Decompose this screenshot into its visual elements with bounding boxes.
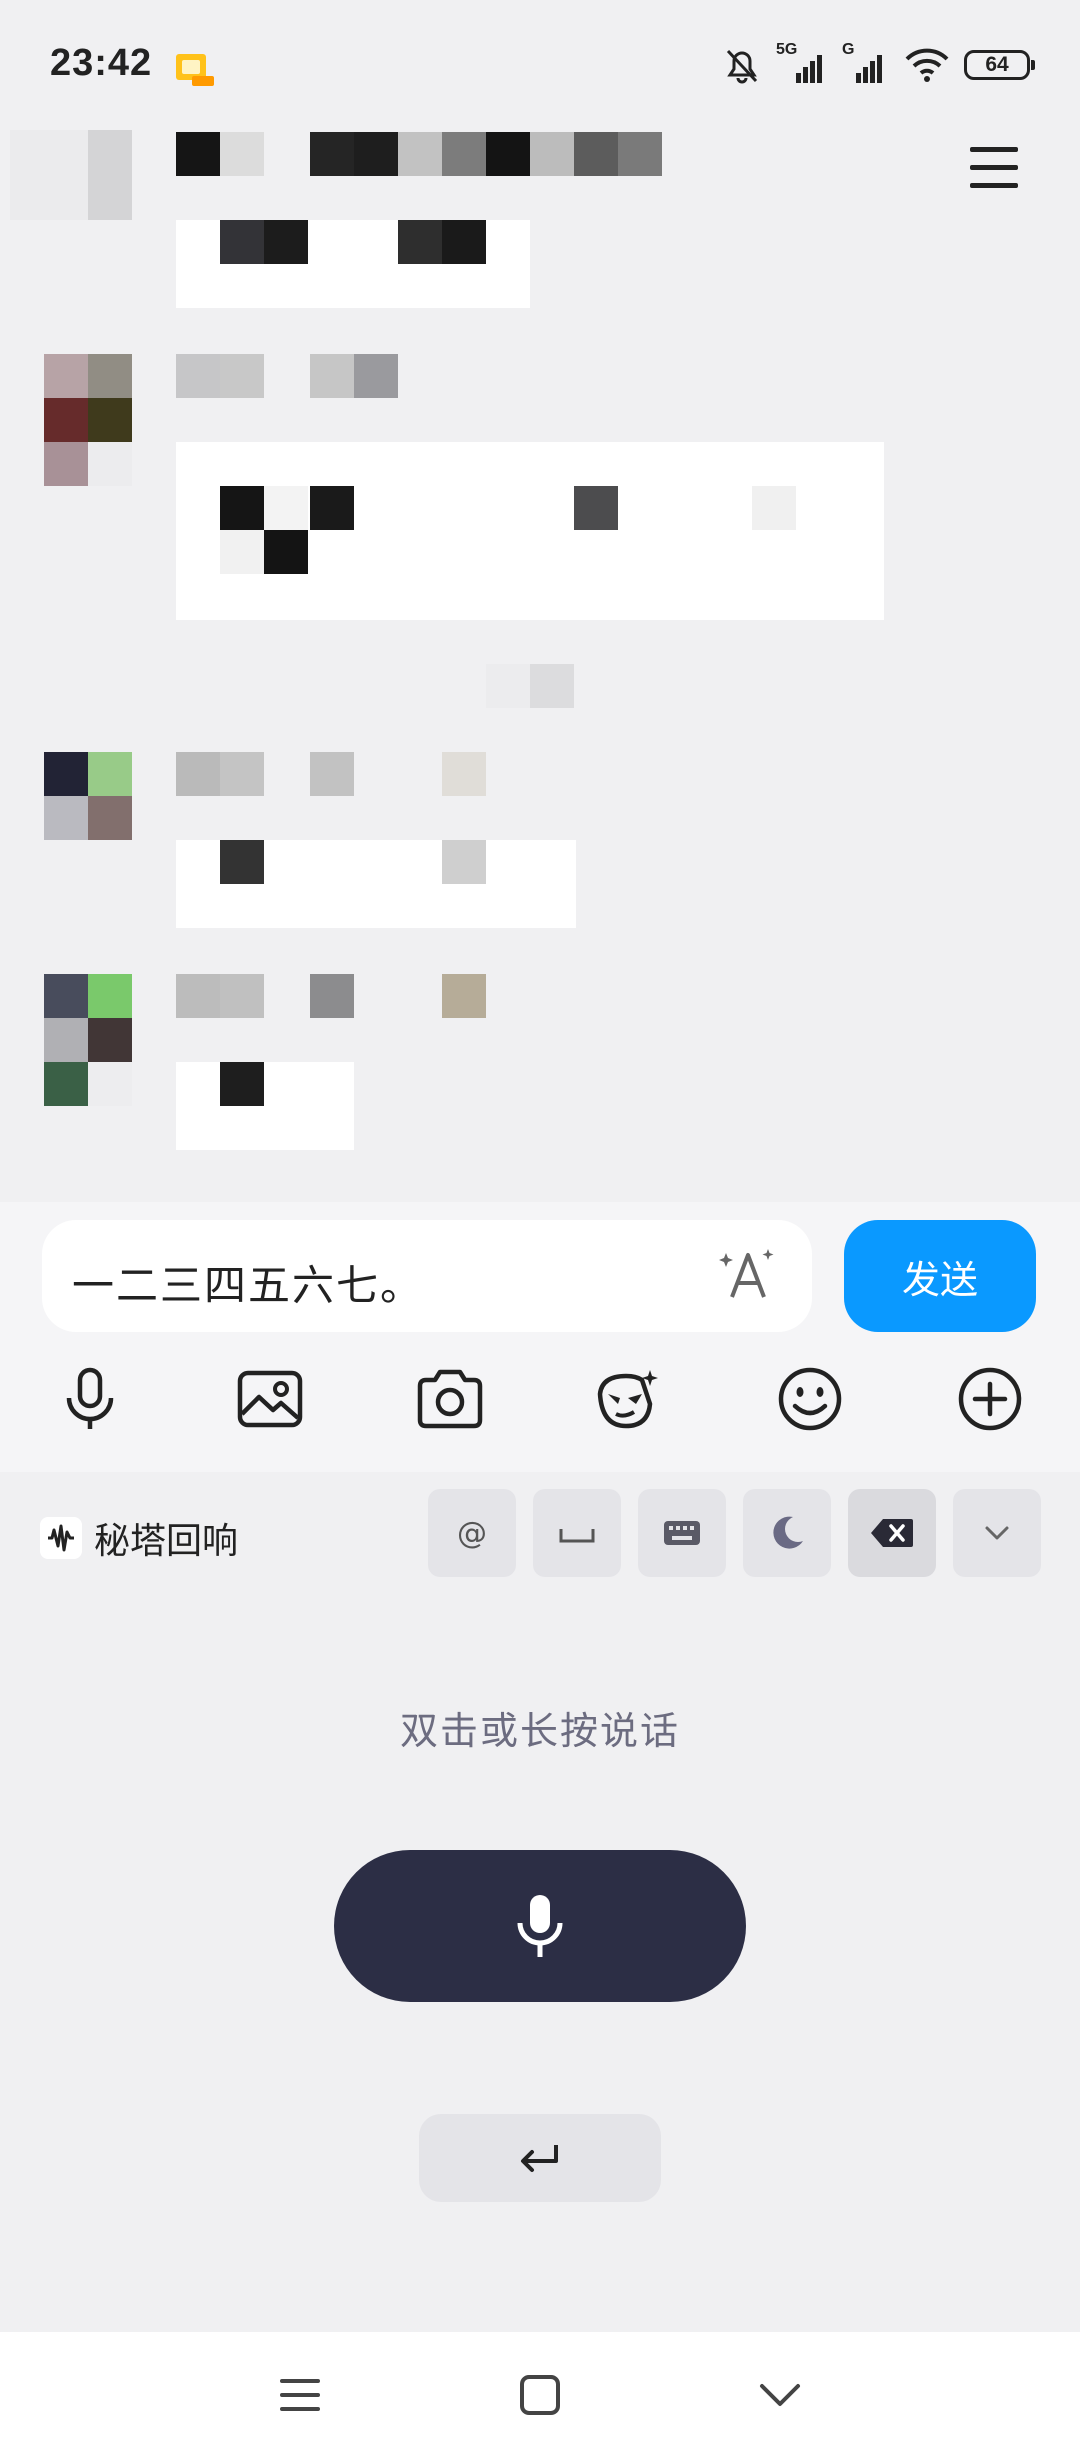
- at-key-label: @: [457, 1515, 487, 1551]
- keyboard-brand: 秘塔回响: [40, 1512, 238, 1564]
- keyboard-icon: [664, 1521, 700, 1545]
- space-icon: [559, 1529, 595, 1543]
- app-notification-icon: [176, 54, 214, 86]
- nav-back-button[interactable]: [750, 2365, 810, 2425]
- message-input-text: 一二三四五六七。: [72, 1261, 425, 1310]
- menu-button[interactable]: [970, 145, 1026, 193]
- microphone-icon[interactable]: [55, 1364, 125, 1434]
- backspace-icon: [871, 1519, 913, 1547]
- chevron-down-icon: [760, 2384, 800, 2406]
- moon-icon: [773, 1516, 803, 1549]
- menu-line: [970, 183, 1018, 188]
- chevron-down-icon: [985, 1526, 1009, 1540]
- brand-name: 秘塔回响: [94, 1521, 239, 1562]
- signal-g-icon: G: [840, 41, 890, 85]
- brand-logo-icon: [40, 1517, 82, 1559]
- menu-icon: [280, 2379, 320, 2411]
- delete-key[interactable]: [848, 1489, 936, 1577]
- image-icon[interactable]: [235, 1364, 305, 1434]
- avatar[interactable]: [44, 974, 88, 1018]
- night-mode-key[interactable]: [743, 1489, 831, 1577]
- wifi-icon: [905, 48, 949, 82]
- enter-icon: [521, 2145, 558, 2172]
- menu-line: [970, 147, 1018, 152]
- send-button[interactable]: 发送: [844, 1220, 1036, 1332]
- network-g-label: G: [842, 41, 855, 58]
- collapse-keyboard-key[interactable]: [953, 1489, 1041, 1577]
- keyboard-switch-key[interactable]: [638, 1489, 726, 1577]
- signal-5g-icon: 5G: [776, 41, 826, 85]
- avatar[interactable]: [44, 354, 88, 398]
- status-icons: 5G G 64: [722, 41, 1035, 88]
- battery-icon: 64: [964, 50, 1035, 80]
- sticker-mask-icon[interactable]: [592, 1364, 662, 1434]
- home-square-icon: [520, 2375, 560, 2415]
- timestamp-pixel: [486, 664, 530, 708]
- timestamp-pixel: [530, 664, 574, 708]
- mute-bell-icon: [726, 49, 758, 84]
- voice-hint: 双击或长按说话: [399, 1709, 680, 1753]
- nav-home-button[interactable]: [510, 2365, 570, 2425]
- nav-menu-button[interactable]: [270, 2365, 330, 2425]
- microphone-icon: [517, 1895, 563, 1957]
- network-5g-label: 5G: [776, 41, 798, 58]
- space-key[interactable]: [533, 1489, 621, 1577]
- avatar[interactable]: [44, 752, 88, 796]
- status-time: 23:42: [50, 42, 153, 84]
- ai-font-icon[interactable]: [718, 1245, 778, 1305]
- emoji-icon[interactable]: [775, 1364, 845, 1434]
- camera-icon[interactable]: [415, 1364, 485, 1434]
- menu-line: [970, 165, 1018, 170]
- at-key[interactable]: @: [428, 1489, 516, 1577]
- add-icon[interactable]: [955, 1364, 1025, 1434]
- voice-input-button[interactable]: [334, 1850, 746, 2002]
- enter-button[interactable]: [419, 2114, 661, 2202]
